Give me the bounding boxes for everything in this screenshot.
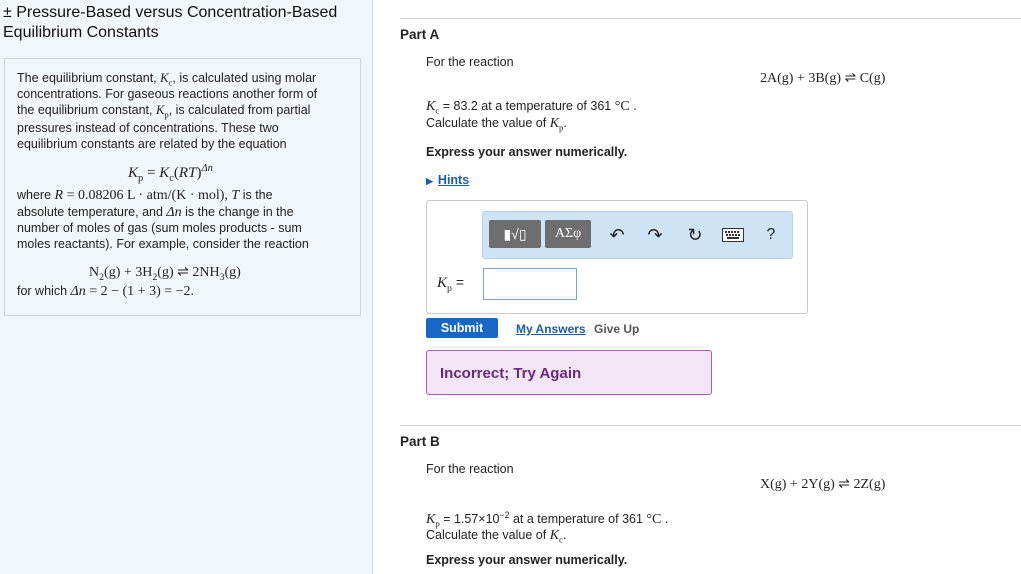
part-b-for-reaction: For the reaction [426, 462, 514, 476]
feedback-text: Incorrect; Try Again [440, 365, 582, 382]
give-up-link[interactable]: Give Up [594, 322, 639, 336]
expand-triangle-icon: ▶ [426, 176, 433, 186]
reset-icon[interactable]: ↻ [683, 222, 707, 248]
part-a-for-reaction: For the reaction [426, 55, 514, 69]
info-line-9: moles reactants). For example, consider … [17, 237, 309, 251]
keyboard-icon[interactable] [721, 222, 745, 248]
part-a-express: Express your answer numerically. [426, 145, 628, 159]
info-line-2: concentrations. For gaseous reactions an… [17, 87, 318, 101]
greek-symbols-button[interactable]: ΑΣφ [545, 220, 591, 248]
part-a-reaction: 2A(g) + 3B(g) ⇌ C(g) [760, 71, 886, 86]
undo-icon[interactable]: ↶ [605, 222, 629, 248]
title-line-1: ± Pressure-Based versus Concentration-Ba… [3, 4, 338, 21]
templates-button[interactable]: ▮√▯ [489, 220, 541, 248]
redo-icon[interactable]: ↷ [643, 222, 667, 248]
feedback-box: Incorrect; Try Again [426, 350, 712, 395]
my-answers-link[interactable]: My Answers [516, 322, 586, 336]
part-a-calc: Calculate the value of Kp. [426, 116, 567, 133]
hints-link[interactable]: ▶ Hints [426, 173, 469, 187]
kp-kc-equation: Kp = Kc(RT)Δn [128, 163, 213, 184]
info-line-4: pressures instead of concentrations. The… [17, 121, 279, 135]
info-line-7: absolute temperature, and Δn is the chan… [17, 205, 294, 220]
part-a-header: Part A [400, 18, 1021, 42]
math-toolbar: ▮√▯ ΑΣφ ↶ ↷ ↻ ? [482, 211, 793, 259]
problem-title: ± Pressure-Based versus Concentration-Ba… [3, 3, 337, 43]
part-b-header: Part B [400, 425, 1021, 449]
part-a-kc-statement: Kc = 83.2 at a temperature of 361 °C . [426, 99, 637, 116]
info-box: The equilibrium constant, Kc, is calcula… [4, 58, 361, 316]
kp-answer-input[interactable] [483, 268, 577, 300]
problem-info-panel: ± Pressure-Based versus Concentration-Ba… [0, 0, 373, 574]
info-line-8: number of moles of gas (sum moles produc… [17, 221, 302, 235]
example-reaction: N2(g) + 3H2(g) ⇌ 2NH3(g) [89, 265, 241, 283]
part-b-reaction: X(g) + 2Y(g) ⇌ 2Z(g) [760, 477, 886, 492]
info-line-10: for which Δn = 2 − (1 + 3) = −2. [17, 284, 195, 299]
part-b-calc: Calculate the value of Kc. [426, 528, 567, 545]
submit-button[interactable]: Submit [426, 318, 498, 338]
info-line-5: equilibrium constants are related by the… [17, 137, 287, 151]
kp-answer-label: Kp = [437, 274, 464, 294]
title-line-2: Equilibrium Constants [3, 24, 159, 41]
part-b-express: Express your answer numerically. [426, 553, 628, 567]
help-button[interactable]: ? [759, 222, 783, 248]
part-b-kp-statement: Kp = 1.57×10−2 at a temperature of 361 °… [426, 510, 669, 529]
info-line-6: where R = 0.08206 L · atm/(K · mol), T i… [17, 188, 273, 203]
